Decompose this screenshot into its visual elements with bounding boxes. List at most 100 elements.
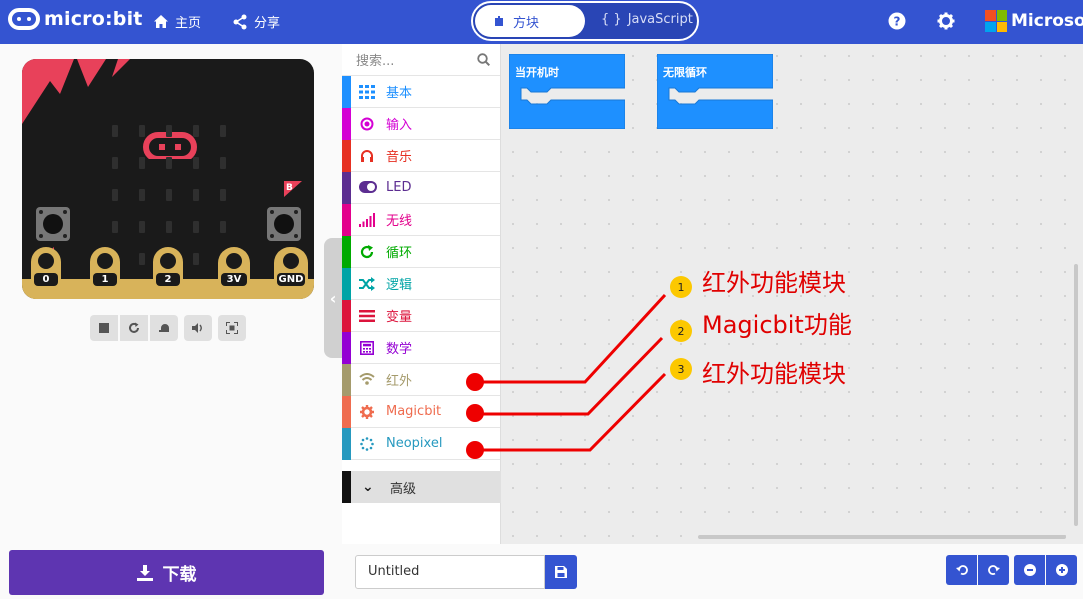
headphones-icon <box>359 149 375 163</box>
home-icon <box>154 14 168 28</box>
category-变量[interactable]: 变量 <box>342 300 500 332</box>
category-label: 基本 <box>386 86 413 101</box>
grid-icon <box>359 85 375 99</box>
zoom-in-button[interactable] <box>1046 555 1077 585</box>
pin-3v[interactable]: 3V <box>218 247 250 299</box>
button-a[interactable] <box>36 207 70 241</box>
annotation-label-1: 红外功能模块 <box>702 269 846 297</box>
category-label: LED <box>386 180 412 195</box>
restart-button[interactable] <box>120 315 148 341</box>
toolbox: 搜索... 基本输入音乐 LED 无线 循环 逻辑变量数学红外 Magicbit Neopi… <box>342 44 501 544</box>
top-header: micro:bit 主页 分享 方块 { } JavaScript ? Micr… <box>0 0 1083 44</box>
share-label: 分享 <box>254 16 281 31</box>
share-icon <box>233 14 247 29</box>
category-数学[interactable]: 数学 <box>342 332 500 364</box>
category-label: 数学 <box>386 342 413 357</box>
settings-icon[interactable] <box>937 12 955 30</box>
annotation-badge-2: 2 <box>670 320 692 342</box>
tab-blocks-label: 方块 <box>513 15 540 31</box>
microsoft-label: Microsoft <box>1011 11 1083 31</box>
microsoft-logo[interactable]: Microsoft <box>985 10 1083 32</box>
pin-0[interactable]: 0 <box>31 247 61 299</box>
signal-icon <box>359 213 375 227</box>
speaker-icon <box>192 323 202 333</box>
category-label: 输入 <box>386 118 413 133</box>
download-icon <box>136 564 153 581</box>
puzzle-icon <box>495 16 503 26</box>
block-forever-label: 无限循环 <box>663 66 707 79</box>
fullscreen-button[interactable] <box>218 315 246 341</box>
annotation-label-2: Magicbit功能 <box>702 311 852 339</box>
list-icon <box>359 309 375 323</box>
category-list: 基本输入音乐 LED 无线 循环 逻辑变量数学红外 Magicbit Neopixel <box>342 76 500 460</box>
workspace-scrollbar-horizontal[interactable] <box>698 535 1066 539</box>
download-label: 下载 <box>162 565 197 585</box>
download-button[interactable]: 下载 <box>9 550 324 595</box>
annotation-badge-3: 3 <box>670 358 692 380</box>
stop-button[interactable] <box>90 315 118 341</box>
microsoft-logo-icon <box>985 10 1007 32</box>
button-b-label: B <box>286 183 293 193</box>
category-advanced[interactable]: ⌄ 高级 <box>342 471 501 503</box>
search-input[interactable]: 搜索... <box>356 50 394 69</box>
category-label: Magicbit <box>386 404 442 419</box>
category-基本[interactable]: 基本 <box>342 76 500 108</box>
wifi-icon <box>359 373 375 387</box>
search-icon[interactable] <box>477 53 490 66</box>
zoom-out-icon <box>1023 564 1036 576</box>
save-button[interactable] <box>545 555 577 589</box>
fullscreen-icon <box>226 322 238 334</box>
block-on-start-label: 当开机时 <box>515 66 559 79</box>
category-红外[interactable]: 红外 <box>342 364 500 396</box>
microbit-board[interactable]: A B 0 1 2 3V GND <box>22 59 314 299</box>
tab-blocks[interactable]: 方块 <box>475 5 585 37</box>
zoom-in-icon <box>1055 564 1068 576</box>
share-button[interactable]: 分享 <box>232 12 280 31</box>
mute-button[interactable] <box>184 315 212 341</box>
button-b[interactable] <box>267 207 301 241</box>
category-neopixel[interactable]: Neopixel <box>342 428 500 460</box>
redo-icon <box>987 565 1000 575</box>
svg-text:?: ? <box>894 15 901 29</box>
brand-name: micro:bit <box>44 8 143 30</box>
annotation-badge-1: 1 <box>670 276 692 298</box>
zoom-out-button[interactable] <box>1014 555 1045 585</box>
chevron-down-icon: ⌄ <box>362 479 374 495</box>
category-magicbit[interactable]: Magicbit <box>342 396 500 428</box>
stop-icon <box>99 323 109 333</box>
category-led[interactable]: LED <box>342 172 500 204</box>
simulator-controls <box>90 315 246 341</box>
pin-gnd[interactable]: GND <box>274 247 308 299</box>
toolbox-search[interactable]: 搜索... <box>342 44 500 76</box>
radio-icon <box>359 117 375 131</box>
tab-javascript[interactable]: { } JavaScript <box>601 12 693 27</box>
collapse-simulator-button[interactable]: ‹ <box>324 238 342 358</box>
shuffle-icon <box>359 277 375 291</box>
dotted-circle-icon <box>359 437 375 451</box>
category-逻辑[interactable]: 逻辑 <box>342 268 500 300</box>
category-输入[interactable]: 输入 <box>342 108 500 140</box>
pin-2[interactable]: 2 <box>153 247 183 299</box>
tab-javascript-label: JavaScript <box>627 12 693 27</box>
home-button[interactable]: 主页 <box>153 12 201 31</box>
pin-1[interactable]: 1 <box>90 247 120 299</box>
redo-button[interactable] <box>978 555 1009 585</box>
editor-tab-switch: 方块 { } JavaScript <box>471 1 699 41</box>
loop-icon <box>359 245 375 259</box>
led-matrix[interactable] <box>112 125 226 265</box>
floppy-icon <box>555 566 567 578</box>
workspace-scrollbar-vertical[interactable] <box>1074 264 1078 526</box>
category-循环[interactable]: 循环 <box>342 236 500 268</box>
category-label: 变量 <box>386 310 413 325</box>
snail-icon <box>159 324 169 332</box>
slowmo-button[interactable] <box>150 315 178 341</box>
undo-button[interactable] <box>946 555 977 585</box>
project-name-input[interactable]: Untitled <box>355 555 545 589</box>
simulator-panel: A B 0 1 2 3V GND <box>0 44 342 544</box>
category-音乐[interactable]: 音乐 <box>342 140 500 172</box>
category-label: 音乐 <box>386 150 413 165</box>
microbit-logo[interactable]: micro:bit <box>8 8 143 30</box>
help-icon[interactable]: ? <box>888 12 906 30</box>
category-无线[interactable]: 无线 <box>342 204 500 236</box>
annotation-label-3: 红外功能模块 <box>702 360 846 388</box>
